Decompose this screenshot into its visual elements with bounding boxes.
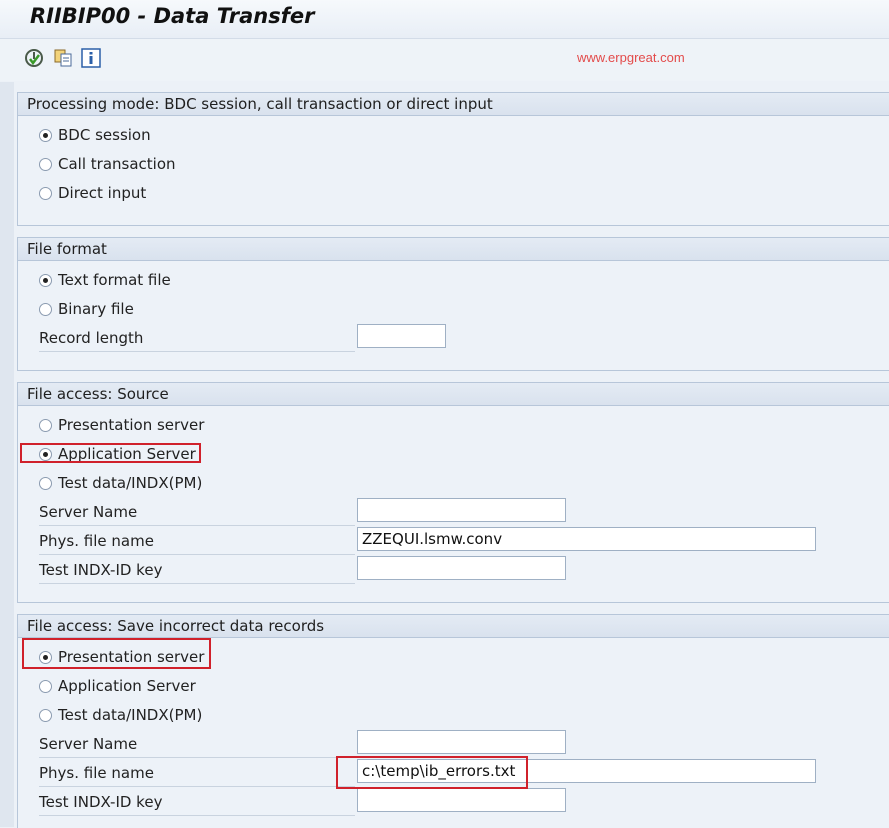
radio-button[interactable]: [39, 477, 52, 490]
radio-binary-file[interactable]: Binary file: [18, 298, 888, 322]
radio-label: Text format file: [58, 271, 171, 289]
radio-label: Test data/INDX(PM): [58, 474, 203, 492]
info-icon[interactable]: [81, 48, 101, 68]
application-toolbar: www.erpgreat.com: [0, 39, 889, 81]
radio-errors-application-server[interactable]: Application Server: [18, 675, 888, 699]
record-length-input[interactable]: [357, 324, 446, 348]
server-name-label: Server Name: [39, 735, 355, 758]
radio-label: Direct input: [58, 184, 147, 202]
processing-mode-header: Processing mode: BDC session, call trans…: [18, 93, 889, 116]
left-margin: [0, 82, 14, 827]
highlight-box-errors-phys-file: [336, 756, 528, 789]
radio-label: Binary file: [58, 300, 134, 318]
server-name-input[interactable]: [357, 730, 566, 754]
radio-label: Test data/INDX(PM): [58, 706, 203, 724]
radio-button[interactable]: [39, 680, 52, 693]
server-name-label: Server Name: [39, 503, 355, 526]
file-format-group: File format Text format file Binary file…: [17, 237, 889, 371]
radio-errors-test-data[interactable]: Test data/INDX(PM): [18, 704, 888, 728]
highlight-box-errors-presentation-server: [22, 638, 211, 669]
source-header: File access: Source: [18, 383, 889, 406]
radio-button[interactable]: [39, 709, 52, 722]
errors-header: File access: Save incorrect data records: [18, 615, 889, 638]
radio-button-selected[interactable]: [39, 274, 52, 287]
copy-variant-icon[interactable]: [53, 48, 73, 68]
execute-icon[interactable]: [24, 48, 44, 68]
indx-id-key-input[interactable]: [357, 788, 566, 812]
phys-file-name-input[interactable]: ZZEQUI.lsmw.conv: [357, 527, 816, 551]
record-length-row: Record length: [18, 324, 888, 352]
record-length-label: Record length: [39, 329, 355, 352]
processing-mode-group: Processing mode: BDC session, call trans…: [17, 92, 889, 226]
file-format-header: File format: [18, 238, 889, 261]
errors-server-name-row: Server Name: [18, 730, 888, 758]
radio-label: Presentation server: [58, 416, 205, 434]
radio-direct-input[interactable]: Direct input: [18, 182, 888, 206]
radio-label: Application Server: [58, 677, 196, 695]
source-phys-file-row: Phys. file name ZZEQUI.lsmw.conv: [18, 527, 888, 555]
watermark-text: www.erpgreat.com: [577, 50, 685, 65]
radio-button[interactable]: [39, 187, 52, 200]
phys-file-name-label: Phys. file name: [39, 764, 355, 787]
radio-text-format-file[interactable]: Text format file: [18, 269, 888, 293]
radio-button[interactable]: [39, 419, 52, 432]
page-title: RIIBIP00 - Data Transfer: [30, 4, 315, 28]
title-bar: RIIBIP00 - Data Transfer: [0, 0, 889, 39]
indx-id-key-label: Test INDX-ID key: [39, 561, 355, 584]
radio-button[interactable]: [39, 303, 52, 316]
radio-button-selected[interactable]: [39, 129, 52, 142]
phys-file-name-label: Phys. file name: [39, 532, 355, 555]
radio-label: BDC session: [58, 126, 151, 144]
radio-source-test-data[interactable]: Test data/INDX(PM): [18, 472, 888, 496]
source-group: File access: Source Presentation server …: [17, 382, 889, 603]
radio-call-transaction[interactable]: Call transaction: [18, 153, 888, 177]
source-server-name-row: Server Name: [18, 498, 888, 526]
indx-id-key-input[interactable]: [357, 556, 566, 580]
radio-button[interactable]: [39, 158, 52, 171]
errors-indx-row: Test INDX-ID key: [18, 788, 888, 816]
source-indx-row: Test INDX-ID key: [18, 556, 888, 584]
indx-id-key-label: Test INDX-ID key: [39, 793, 355, 816]
highlight-box-source-application-server: [20, 443, 201, 463]
radio-bdc-session[interactable]: BDC session: [18, 124, 888, 148]
radio-source-presentation-server[interactable]: Presentation server: [18, 414, 888, 438]
server-name-input[interactable]: [357, 498, 566, 522]
radio-label: Call transaction: [58, 155, 176, 173]
